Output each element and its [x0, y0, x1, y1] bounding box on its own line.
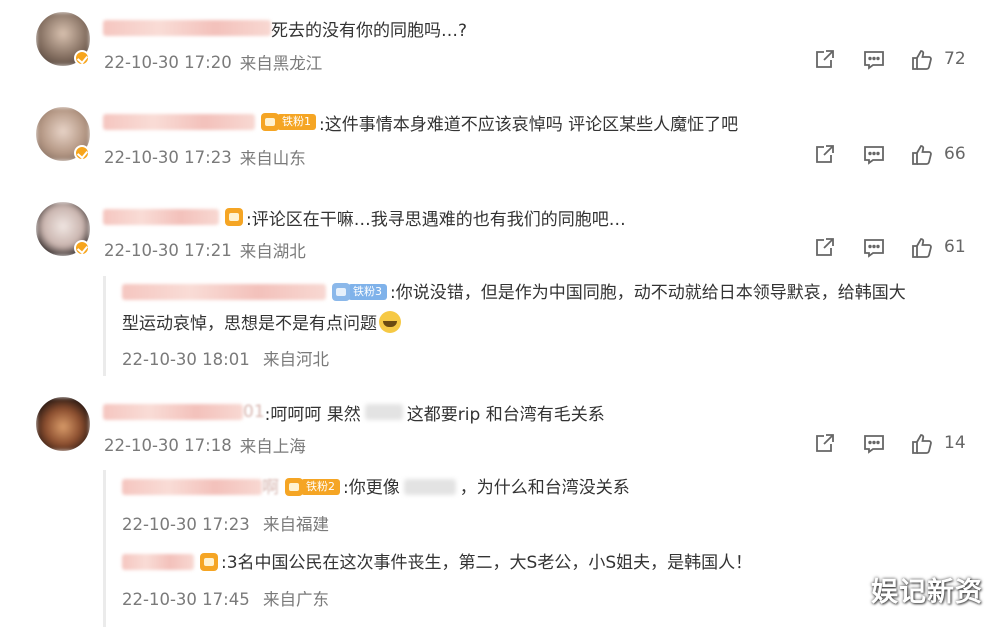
- reply-meta: 22-10-30 17:23 来自福建: [122, 511, 329, 535]
- username-blurred[interactable]: [103, 20, 271, 36]
- comment-line: 01 :呵呵呵 果然 这都要rip 和台湾有毛关系: [103, 399, 605, 425]
- comment-4: 01 :呵呵呵 果然 这都要rip 和台湾有毛关系 22-10-30 17:18…: [0, 385, 997, 627]
- comment-3: :评论区在干嘛…我寻思遇难的也有我们的同胞吧… 22-10-30 17:21 来…: [0, 190, 997, 385]
- like-count: 72: [944, 49, 966, 69]
- comment-location: 来自湖北: [239, 242, 306, 261]
- username-blurred[interactable]: [122, 284, 326, 300]
- comment-time: 22-10-30 17:21: [104, 240, 232, 260]
- comment-location: 来自黑龙江: [239, 54, 323, 73]
- fan-crown-icon: [225, 208, 243, 226]
- comment-time: 22-10-30 17:20: [104, 52, 232, 72]
- reply-list: 铁粉3:你说没错，但是作为中国同胞，动不动就给日本领导默哀，给韩国大 型运动哀悼…: [103, 276, 973, 376]
- fan-badge: [225, 208, 243, 226]
- thumbs-up-icon[interactable]: [910, 432, 934, 456]
- reply-line: 铁粉3:你说没错，但是作为中国同胞，动不动就给日本领导默哀，给韩国大: [122, 277, 906, 309]
- comment-text: :评论区在干嘛…我寻思遇难的也有我们的同胞吧…: [246, 209, 626, 230]
- comment-2: 铁粉1 :这件事情本身难道不应该哀悼吗 评论区某些人魔怔了吧 22-10-30 …: [0, 95, 997, 190]
- comment-time: 22-10-30 17:23: [104, 147, 232, 167]
- comment-1: 死去的没有你的同胞吗…? 22-10-30 17:20 来自黑龙江 72: [0, 0, 997, 95]
- reply-location: 来自河北: [262, 350, 329, 369]
- fan-crown-icon: [332, 283, 350, 301]
- share-icon[interactable]: [812, 48, 836, 72]
- comment-line: 死去的没有你的同胞吗…?: [103, 15, 467, 41]
- username-blurred[interactable]: [122, 554, 194, 570]
- reply-list: 啊 铁粉2:你更像 ，为什么和台湾没关系 22-10-30 17:23 来自福建 :…: [103, 470, 973, 627]
- comment-text: :这件事情本身难道不应该哀悼吗 评论区某些人魔怔了吧: [319, 114, 739, 135]
- fan-crown-icon: [285, 478, 303, 496]
- comment-line: 铁粉1 :这件事情本身难道不应该哀悼吗 评论区某些人魔怔了吧: [103, 109, 738, 135]
- fan-badge: 铁粉1: [261, 113, 316, 131]
- like-count: 14: [944, 433, 966, 453]
- reply-text: 型运动哀悼，思想是不是有点问题: [122, 314, 377, 334]
- redacted-word: [403, 479, 456, 495]
- comment-meta: 22-10-30 17:21 来自湖北: [104, 239, 306, 262]
- comment-actions: 14: [812, 432, 972, 458]
- verified-badge-icon: [74, 50, 90, 66]
- reply-time: 22-10-30 17:23: [122, 515, 250, 534]
- reply-line: :3名中国公民在这次事件丧生，第二，大S老公，小S姐夫，是韩国人！: [122, 547, 752, 579]
- comment-location: 来自上海: [239, 437, 306, 456]
- comment-text-start: :呵呵呵 果然: [264, 404, 361, 425]
- comment-text: 死去的没有你的同胞吗…?: [271, 20, 468, 41]
- redacted-word: [364, 404, 403, 420]
- verified-badge-icon: [74, 145, 90, 161]
- reply-text-end: ，为什么和台湾没关系: [459, 478, 630, 498]
- share-icon[interactable]: [812, 432, 836, 456]
- laughing-emoji-icon: [379, 311, 401, 333]
- reply-meta: 22-10-30 18:01 来自河北: [122, 346, 329, 370]
- fan-badge-label: 铁粉2: [301, 479, 340, 495]
- reply-location: 来自广东: [262, 590, 329, 609]
- reply-time: 22-10-30 18:01: [122, 350, 250, 369]
- comment-icon[interactable]: [862, 236, 886, 260]
- fan-crown-icon: [200, 553, 218, 571]
- comment-meta: 22-10-30 17:20 来自黑龙江: [104, 51, 323, 74]
- comment-location: 来自山东: [239, 149, 306, 168]
- reply-text: :3名中国公民在这次事件丧生，第二，大S老公，小S姐夫，是韩国人！: [221, 553, 753, 573]
- comment-icon[interactable]: [862, 48, 886, 72]
- reply-text-start: :你更像: [343, 478, 400, 498]
- share-icon[interactable]: [812, 236, 836, 260]
- comment-icon[interactable]: [862, 432, 886, 456]
- comment-actions: 61: [812, 236, 972, 262]
- comment-meta: 22-10-30 17:18 来自上海: [104, 434, 306, 457]
- fan-crown-icon: [261, 113, 279, 131]
- comment-actions: 72: [812, 48, 972, 74]
- like-count: 61: [944, 237, 966, 257]
- username-blurred[interactable]: [103, 209, 219, 225]
- comment-line: :评论区在干嘛…我寻思遇难的也有我们的同胞吧…: [103, 204, 626, 230]
- username-blurred[interactable]: [122, 479, 262, 495]
- fan-badge: [200, 553, 218, 571]
- like-count: 66: [944, 144, 966, 164]
- comment-meta: 22-10-30 17:23 来自山东: [104, 146, 306, 169]
- username-blurred[interactable]: [103, 404, 243, 420]
- thumbs-up-icon[interactable]: [910, 143, 934, 167]
- fan-badge-label: 铁粉1: [277, 114, 316, 130]
- comment-icon[interactable]: [862, 143, 886, 167]
- reply-text: :你说没错，但是作为中国同胞，动不动就给日本领导默哀，给韩国大: [390, 283, 906, 303]
- thumbs-up-icon[interactable]: [910, 48, 934, 72]
- reply-time: 22-10-30 17:45: [122, 590, 250, 609]
- watermark: 娱记新资: [871, 577, 983, 608]
- reply-line: 啊 铁粉2:你更像 ，为什么和台湾没关系: [122, 472, 630, 504]
- fan-badge-label: 铁粉3: [348, 284, 387, 300]
- username-tail[interactable]: 啊: [262, 478, 279, 498]
- username-tail[interactable]: 01: [243, 402, 265, 422]
- comment-text-end: 这都要rip 和台湾有毛关系: [406, 404, 605, 425]
- thumbs-up-icon[interactable]: [910, 236, 934, 260]
- username-blurred[interactable]: [103, 114, 255, 130]
- verified-badge-icon: [74, 240, 90, 256]
- reply-line-2: 型运动哀悼，思想是不是有点问题: [122, 308, 401, 340]
- share-icon[interactable]: [812, 143, 836, 167]
- reply-meta: 22-10-30 17:45 来自广东: [122, 586, 329, 610]
- fan-badge: 铁粉3: [332, 283, 387, 301]
- fan-badge: 铁粉2: [285, 478, 340, 496]
- comment-time: 22-10-30 17:18: [104, 435, 232, 455]
- comment-actions: 66: [812, 143, 972, 169]
- avatar[interactable]: [36, 397, 90, 451]
- reply-location: 来自福建: [262, 515, 329, 534]
